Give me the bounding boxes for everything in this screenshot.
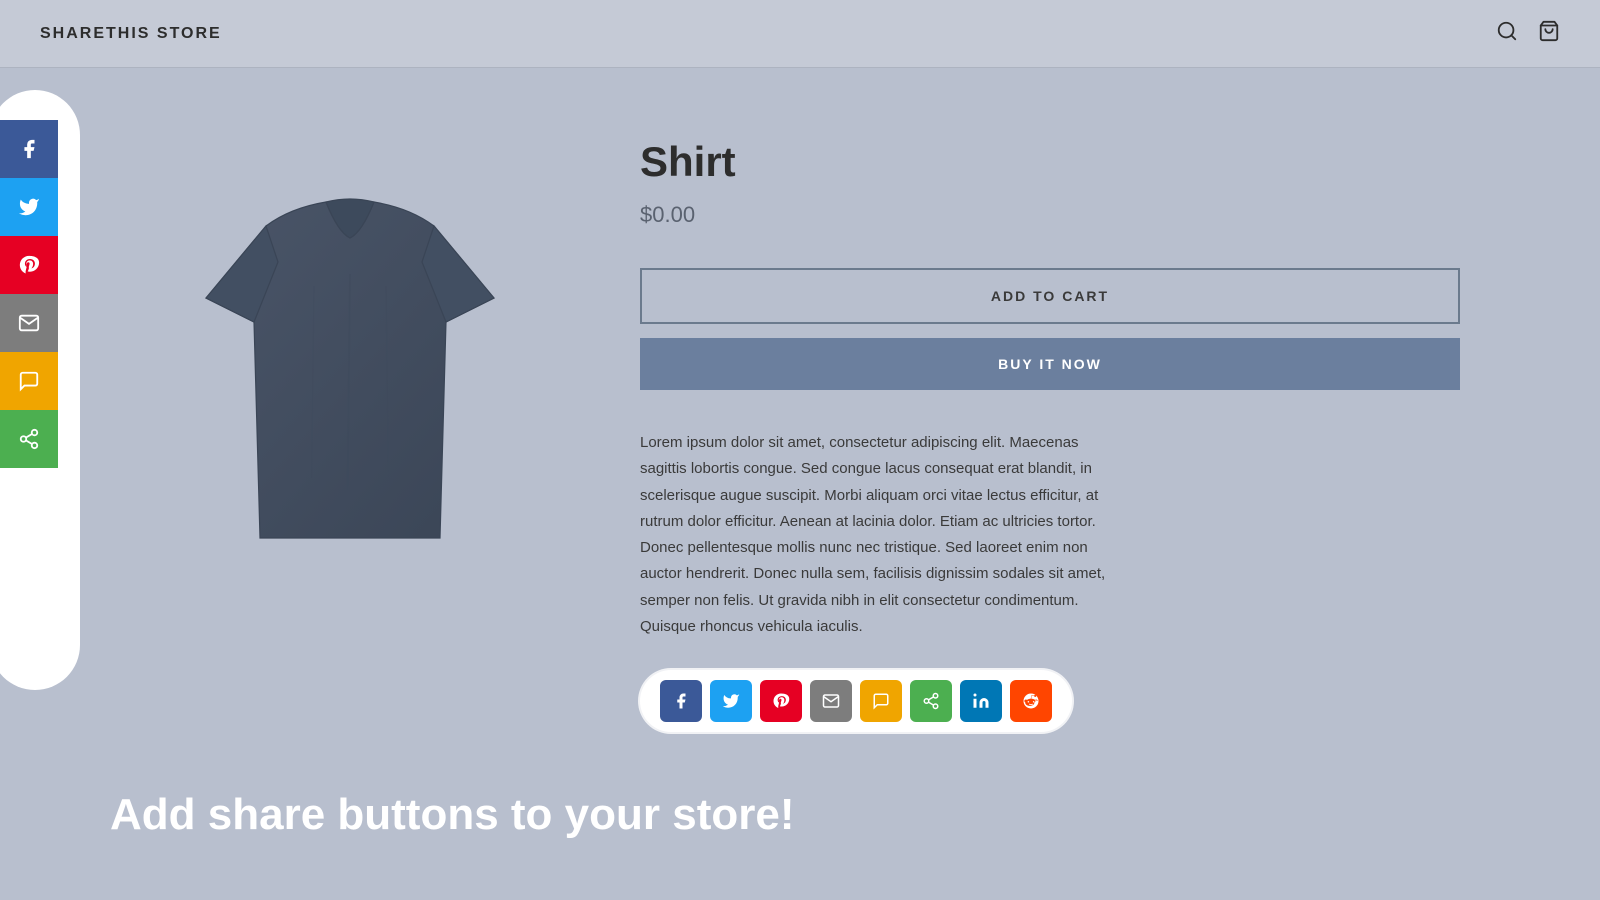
sidebar-twitter-button[interactable] — [0, 178, 58, 236]
cta-text: Add share buttons to your store! — [110, 790, 794, 839]
social-share-row — [640, 670, 1072, 732]
product-image — [170, 128, 530, 588]
share-email-button[interactable] — [810, 680, 852, 722]
share-pinterest-button[interactable] — [760, 680, 802, 722]
bottom-cta: Add share buttons to your store! — [110, 790, 794, 840]
buy-it-now-button[interactable]: BUY IT NOW — [640, 338, 1460, 390]
share-twitter-button[interactable] — [710, 680, 752, 722]
product-price: $0.00 — [640, 202, 1460, 228]
sidebar-sms-button[interactable] — [0, 352, 58, 410]
sidebar-share-panel — [0, 120, 58, 468]
share-reddit-button[interactable] — [1010, 680, 1052, 722]
store-logo: SHARETHIS STORE — [40, 25, 222, 43]
share-sharethis-button[interactable] — [910, 680, 952, 722]
header-icons — [1496, 20, 1560, 48]
main-content: Shirt $0.00 ADD TO CART BUY IT NOW Lorem… — [0, 68, 1600, 772]
product-info: Shirt $0.00 ADD TO CART BUY IT NOW Lorem… — [640, 128, 1460, 732]
product-description: Lorem ipsum dolor sit amet, consectetur … — [640, 430, 1120, 640]
sidebar-email-button[interactable] — [0, 294, 58, 352]
share-sms-button[interactable] — [860, 680, 902, 722]
share-linkedin-button[interactable] — [960, 680, 1002, 722]
header: SHARETHIS STORE — [0, 0, 1600, 68]
add-to-cart-button[interactable]: ADD TO CART — [640, 268, 1460, 324]
product-image-container — [140, 128, 560, 588]
search-icon[interactable] — [1496, 20, 1518, 48]
sidebar-sharethis-button[interactable] — [0, 410, 58, 468]
sidebar-facebook-button[interactable] — [0, 120, 58, 178]
sidebar-pinterest-button[interactable] — [0, 236, 58, 294]
share-facebook-button[interactable] — [660, 680, 702, 722]
cart-icon[interactable] — [1538, 20, 1560, 48]
product-title: Shirt — [640, 138, 1460, 186]
